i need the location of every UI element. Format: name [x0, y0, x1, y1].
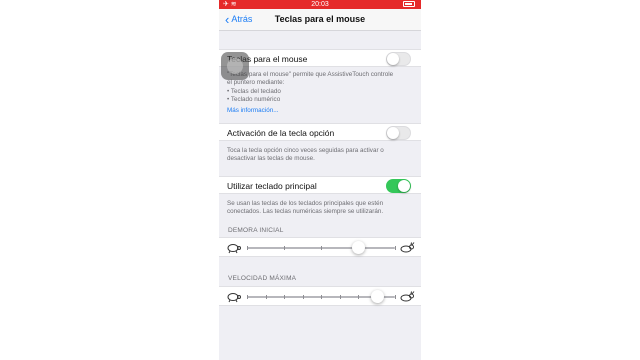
- max-speed-slider-row: [219, 286, 421, 306]
- footer-line: Toca la tecla opción cinco veces seguida…: [227, 147, 384, 154]
- toggle-knob: [387, 53, 399, 65]
- battery-icon: [403, 1, 415, 7]
- slider-tick: [321, 295, 322, 299]
- assistivetouch-button[interactable]: [221, 52, 249, 80]
- turtle-icon: [225, 290, 241, 308]
- status-time: 20:03: [311, 1, 329, 8]
- page-title: Teclas para el mouse: [274, 14, 366, 24]
- assistivetouch-icon: [227, 58, 243, 74]
- footer-line: • Teclado numérico: [227, 96, 281, 104]
- slider-tick: [358, 295, 359, 299]
- max-speed-slider[interactable]: [247, 290, 396, 303]
- navigation-bar: ‹ Atrás Teclas para el mouse: [219, 9, 421, 31]
- initial-delay-slider[interactable]: [247, 241, 396, 254]
- slider-thumb[interactable]: [371, 290, 385, 303]
- slider-tick: [265, 295, 267, 299]
- initial-delay-slider-row: [219, 237, 421, 257]
- rabbit-icon: [399, 241, 415, 259]
- slider-tick: [247, 295, 248, 299]
- footer-line: el puntero mediante:: [227, 79, 285, 87]
- slider-tick: [284, 246, 285, 250]
- option-key-toggle[interactable]: [386, 126, 411, 140]
- max-speed-header: VELOCIDAD MÁXIMA: [228, 275, 297, 282]
- turtle-icon: [225, 241, 241, 259]
- more-info-link[interactable]: Más información...: [227, 107, 417, 115]
- mouse-keys-row[interactable]: Teclas para el mouse: [219, 49, 421, 67]
- slider-tick: [395, 246, 396, 250]
- toggle-knob: [398, 180, 410, 192]
- option-key-row[interactable]: Activación de la tecla opción: [219, 123, 421, 141]
- footer-line: Se usan las teclas de los teclados princ…: [227, 200, 384, 207]
- phone-screen: ✈ ≋ 20:03 ‹ Atrás Teclas para el mouse T…: [219, 0, 421, 360]
- primary-keyboard-row[interactable]: Utilizar teclado principal: [219, 176, 421, 194]
- footer-line: desactivar las teclas de mouse.: [227, 155, 315, 163]
- initial-delay-header: DEMORA INICIAL: [228, 227, 284, 234]
- footer-line: • Teclas del teclado: [227, 87, 281, 95]
- option-key-footer: Toca la tecla opción cinco veces seguida…: [227, 147, 417, 164]
- slider-tick: [339, 295, 341, 299]
- slider-tick: [247, 246, 248, 250]
- slider-tick: [284, 295, 285, 299]
- slider-thumb[interactable]: [352, 241, 365, 254]
- status-bar: ✈ ≋ 20:03: [219, 0, 421, 9]
- mouse-keys-footer: "Teclas para el mouse" permite que Assis…: [227, 71, 417, 115]
- slider-tick: [302, 295, 304, 299]
- footer-line: conectados. Las teclas numéricas siempre…: [227, 208, 384, 216]
- primary-keyboard-footer: Se usan las teclas de los teclados princ…: [227, 200, 417, 217]
- slider-tick: [395, 295, 396, 299]
- option-key-label: Activación de la tecla opción: [227, 128, 335, 138]
- toggle-knob: [387, 127, 399, 139]
- rabbit-icon: [399, 290, 415, 308]
- primary-keyboard-label: Utilizar teclado principal: [227, 181, 317, 191]
- mouse-keys-toggle[interactable]: [386, 52, 411, 66]
- footer-line: "Teclas para el mouse" permite que Assis…: [227, 71, 394, 78]
- primary-keyboard-toggle[interactable]: [386, 179, 411, 193]
- slider-tick: [321, 246, 322, 250]
